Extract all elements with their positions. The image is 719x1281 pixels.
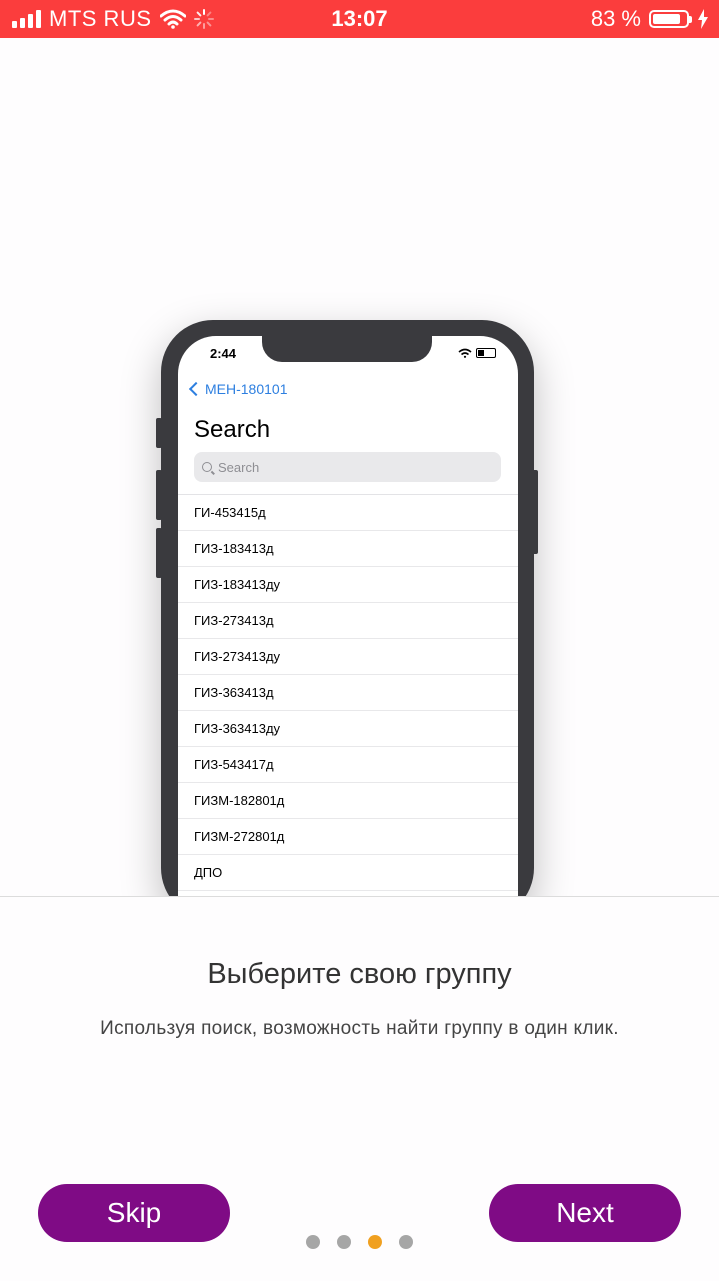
phone-group-row: ГИЗ-183413д xyxy=(178,531,518,567)
chevron-left-icon xyxy=(188,381,204,397)
phone-side-button xyxy=(156,418,162,448)
page-indicator xyxy=(306,1235,413,1249)
page-dot xyxy=(306,1235,320,1249)
phone-search-field: Search xyxy=(194,452,501,482)
page-dot xyxy=(399,1235,413,1249)
phone-group-row: ГИЗ-183413ду xyxy=(178,567,518,603)
phone-notch xyxy=(262,336,432,362)
battery-percent: 83 % xyxy=(590,6,641,31)
status-right: 83 % xyxy=(591,0,709,38)
battery-fill xyxy=(653,14,680,24)
phone-group-row: ГИЗМ-182801д xyxy=(178,783,518,819)
phone-status-icons xyxy=(458,348,496,358)
phone-group-list: ГИ-453415д ГИЗ-183413д ГИЗ-183413ду ГИЗ-273… xyxy=(178,494,518,891)
phone-group-row: ГИЗ-273413ду xyxy=(178,639,518,675)
charging-bolt-icon xyxy=(698,9,708,29)
phone-group-row: ГИЗ-543417д xyxy=(178,747,518,783)
page-dot xyxy=(337,1235,351,1249)
phone-back-label: МЕН-180101 xyxy=(205,381,288,397)
phone-group-row: ГИЗ-273413д xyxy=(178,603,518,639)
search-icon xyxy=(202,462,212,472)
phone-battery-icon xyxy=(476,348,496,358)
phone-volume-up-button xyxy=(156,470,162,520)
phone-group-row: ГИ-453415д xyxy=(178,495,518,531)
onboarding-subtitle: Используя поиск, возможность найти групп… xyxy=(100,1018,619,1039)
phone-wifi-icon xyxy=(458,348,472,358)
phone-group-row: ГИЗ-363413д xyxy=(178,675,518,711)
onboarding-headline: Выберите свою группу xyxy=(207,958,512,990)
phone-volume-down-button xyxy=(156,528,162,578)
battery-icon xyxy=(649,10,692,28)
skip-button[interactable]: Skip xyxy=(38,1184,230,1242)
phone-back-link: МЕН-180101 xyxy=(188,381,288,397)
phone-title: Search xyxy=(194,416,271,443)
status-bar: MTS RUS 13:07 83 % xyxy=(0,0,719,38)
phone-group-row: ГИЗ-363413ду xyxy=(178,711,518,747)
next-button[interactable]: Next xyxy=(489,1184,681,1242)
phone-group-row: ДПО xyxy=(178,855,518,891)
phone-group-row: ГИЗМ-272801д xyxy=(178,819,518,855)
phone-time: 2:44 xyxy=(210,346,237,361)
phone-power-button xyxy=(532,470,538,554)
page-dot-active xyxy=(368,1235,382,1249)
phone-search-placeholder: Search xyxy=(218,459,260,475)
